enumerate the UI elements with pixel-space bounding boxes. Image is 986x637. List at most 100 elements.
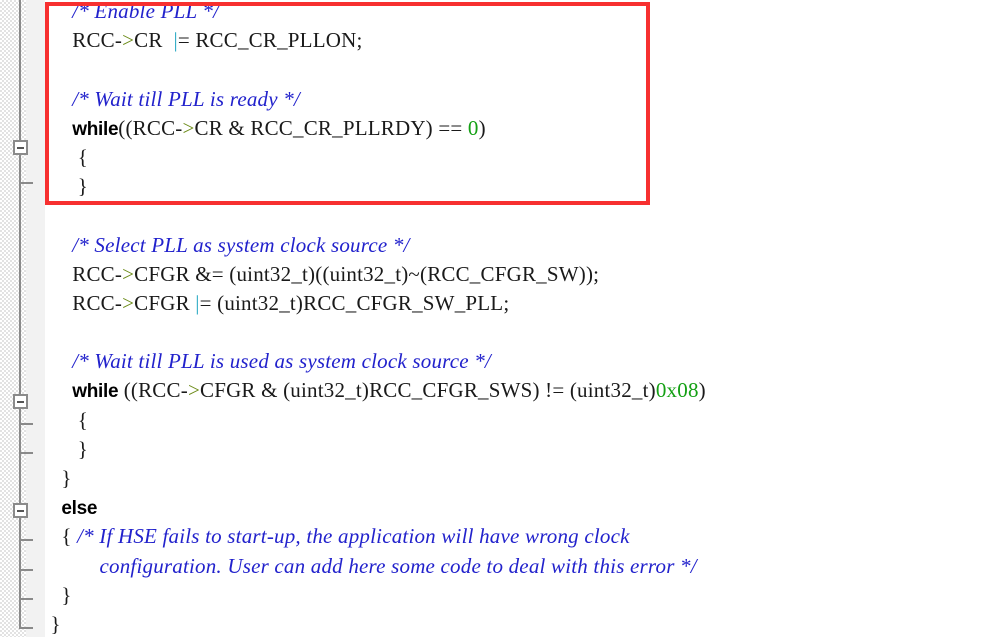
fold-region-end-6: [19, 598, 33, 600]
code-token-plain: {: [61, 524, 78, 549]
fold-guide-line: [19, 540, 21, 570]
code-token-comment: configuration. User can add here some co…: [99, 553, 697, 578]
code-line[interactable]: { /* If HSE fails to start-up, the appli…: [45, 522, 986, 551]
code-token-arrow: >: [122, 290, 135, 315]
code-token-plain: }: [77, 174, 88, 199]
code-token-arrow: >: [122, 28, 135, 53]
code-token-number: 0: [467, 115, 479, 140]
code-line[interactable]: }: [45, 172, 986, 201]
code-token-plain: RCC: [72, 28, 115, 53]
code-token-plain: CR: [134, 28, 174, 53]
code-line[interactable]: RCC->CR |= RCC_CR_PLLON;: [45, 26, 986, 55]
code-line[interactable]: /* Wait till PLL is used as system clock…: [45, 347, 986, 376]
code-line[interactable]: ​: [45, 201, 986, 230]
code-token-arrow: >: [187, 378, 200, 403]
code-token-comment: /* Wait till PLL is ready */: [72, 86, 300, 111]
fold-guide-line: [19, 453, 21, 503]
fold-guide-line: [19, 570, 21, 599]
code-token-plain: RCC: [72, 261, 115, 286]
code-token-plain: CR & RCC_CR_PLLRDY) ==: [194, 115, 468, 140]
fold-guide-line: [19, 424, 21, 453]
fold-region-end-1: [19, 182, 33, 184]
source-code-text-area[interactable]: /* Enable PLL */ RCC->CR |= RCC_CR_PLLON…: [45, 0, 986, 637]
code-token-plain: }: [50, 611, 61, 636]
code-token-keyword: while: [72, 381, 119, 403]
code-line[interactable]: RCC->CFGR |= (uint32_t)RCC_CFGR_SW_PLL;: [45, 289, 986, 318]
code-line[interactable]: }: [45, 610, 986, 637]
code-token-arrow: >: [182, 115, 195, 140]
code-token-plain: CFGR: [134, 290, 196, 315]
code-token-plain: = RCC_CR_PLLON;: [177, 28, 363, 53]
code-line[interactable]: /* Select PLL as system clock source */: [45, 231, 986, 260]
code-token-plain: }: [77, 436, 88, 461]
code-token-plain: ((RCC: [118, 378, 181, 403]
code-token-number: 0x08: [655, 378, 699, 403]
code-line[interactable]: while ((RCC->CFGR & (uint32_t)RCC_CFGR_S…: [45, 376, 986, 405]
code-token-plain: = (uint32_t)RCC_CFGR_SW_PLL;: [199, 290, 510, 315]
code-line[interactable]: configuration. User can add here some co…: [45, 552, 986, 581]
code-token-plain: }: [61, 466, 72, 490]
code-token-keyword: else: [61, 498, 98, 520]
fold-guide-line: [19, 599, 21, 628]
code-line[interactable]: ​: [45, 55, 986, 84]
code-token-comment: /* Enable PLL */: [72, 0, 220, 23]
fold-toggle-box-3[interactable]: [13, 503, 28, 518]
code-editor-view: /* Enable PLL */ RCC->CR |= RCC_CR_PLLON…: [0, 0, 986, 637]
code-token-comment: /* Select PLL as system clock source */: [72, 232, 410, 257]
code-line[interactable]: {: [45, 143, 986, 172]
code-token-comment: /* Wait till PLL is used as system clock…: [72, 349, 491, 374]
fold-guide-line: [19, 183, 21, 394]
fold-toggle-box-2[interactable]: [13, 394, 28, 409]
code-line[interactable]: /* Wait till PLL is ready */: [45, 85, 986, 114]
fold-region-end-4: [19, 539, 33, 541]
code-line[interactable]: else: [45, 493, 986, 522]
code-token-plain: -: [180, 378, 188, 403]
fold-toggle-box-1[interactable]: [13, 140, 28, 155]
fold-guide-line: [19, 409, 21, 424]
code-token-plain: CFGR &= (uint32_t)((uint32_t)~(RCC_CFGR_…: [134, 261, 600, 286]
fold-region-end-7: [19, 627, 33, 629]
code-line[interactable]: }: [45, 435, 986, 464]
code-token-plain: ((RCC: [118, 115, 176, 140]
code-line[interactable]: ​: [45, 318, 986, 347]
code-token-plain: {: [77, 407, 88, 432]
code-token-plain: ): [698, 378, 706, 403]
code-token-plain: CFGR & (uint32_t)RCC_CFGR_SWS) != (uint3…: [199, 378, 656, 403]
code-line[interactable]: RCC->CFGR &= (uint32_t)((uint32_t)~(RCC_…: [45, 260, 986, 289]
code-token-comment: /* If HSE fails to start-up, the applica…: [77, 524, 630, 549]
code-token-keyword: while: [72, 118, 119, 140]
code-token-arrow: >: [122, 261, 135, 286]
code-token-plain: RCC: [72, 290, 115, 315]
code-line[interactable]: while((RCC->CR & RCC_CR_PLLRDY) == 0): [45, 114, 986, 143]
code-token-plain: }: [61, 582, 72, 607]
fold-guide-line: [19, 0, 21, 140]
code-line[interactable]: {: [45, 406, 986, 435]
fold-guide-line: [19, 155, 21, 183]
fold-region-end-2: [19, 423, 33, 425]
code-line[interactable]: /* Enable PLL */: [45, 0, 986, 26]
code-line[interactable]: }: [45, 581, 986, 610]
fold-region-end-5: [19, 569, 33, 571]
code-line-list: /* Enable PLL */ RCC->CR |= RCC_CR_PLLON…: [45, 0, 986, 637]
code-folding-gutter[interactable]: [0, 0, 45, 637]
code-token-plain: -: [114, 28, 123, 53]
code-line[interactable]: }: [45, 464, 986, 493]
code-token-plain: -: [114, 290, 123, 315]
fold-guide-line: [19, 518, 21, 540]
